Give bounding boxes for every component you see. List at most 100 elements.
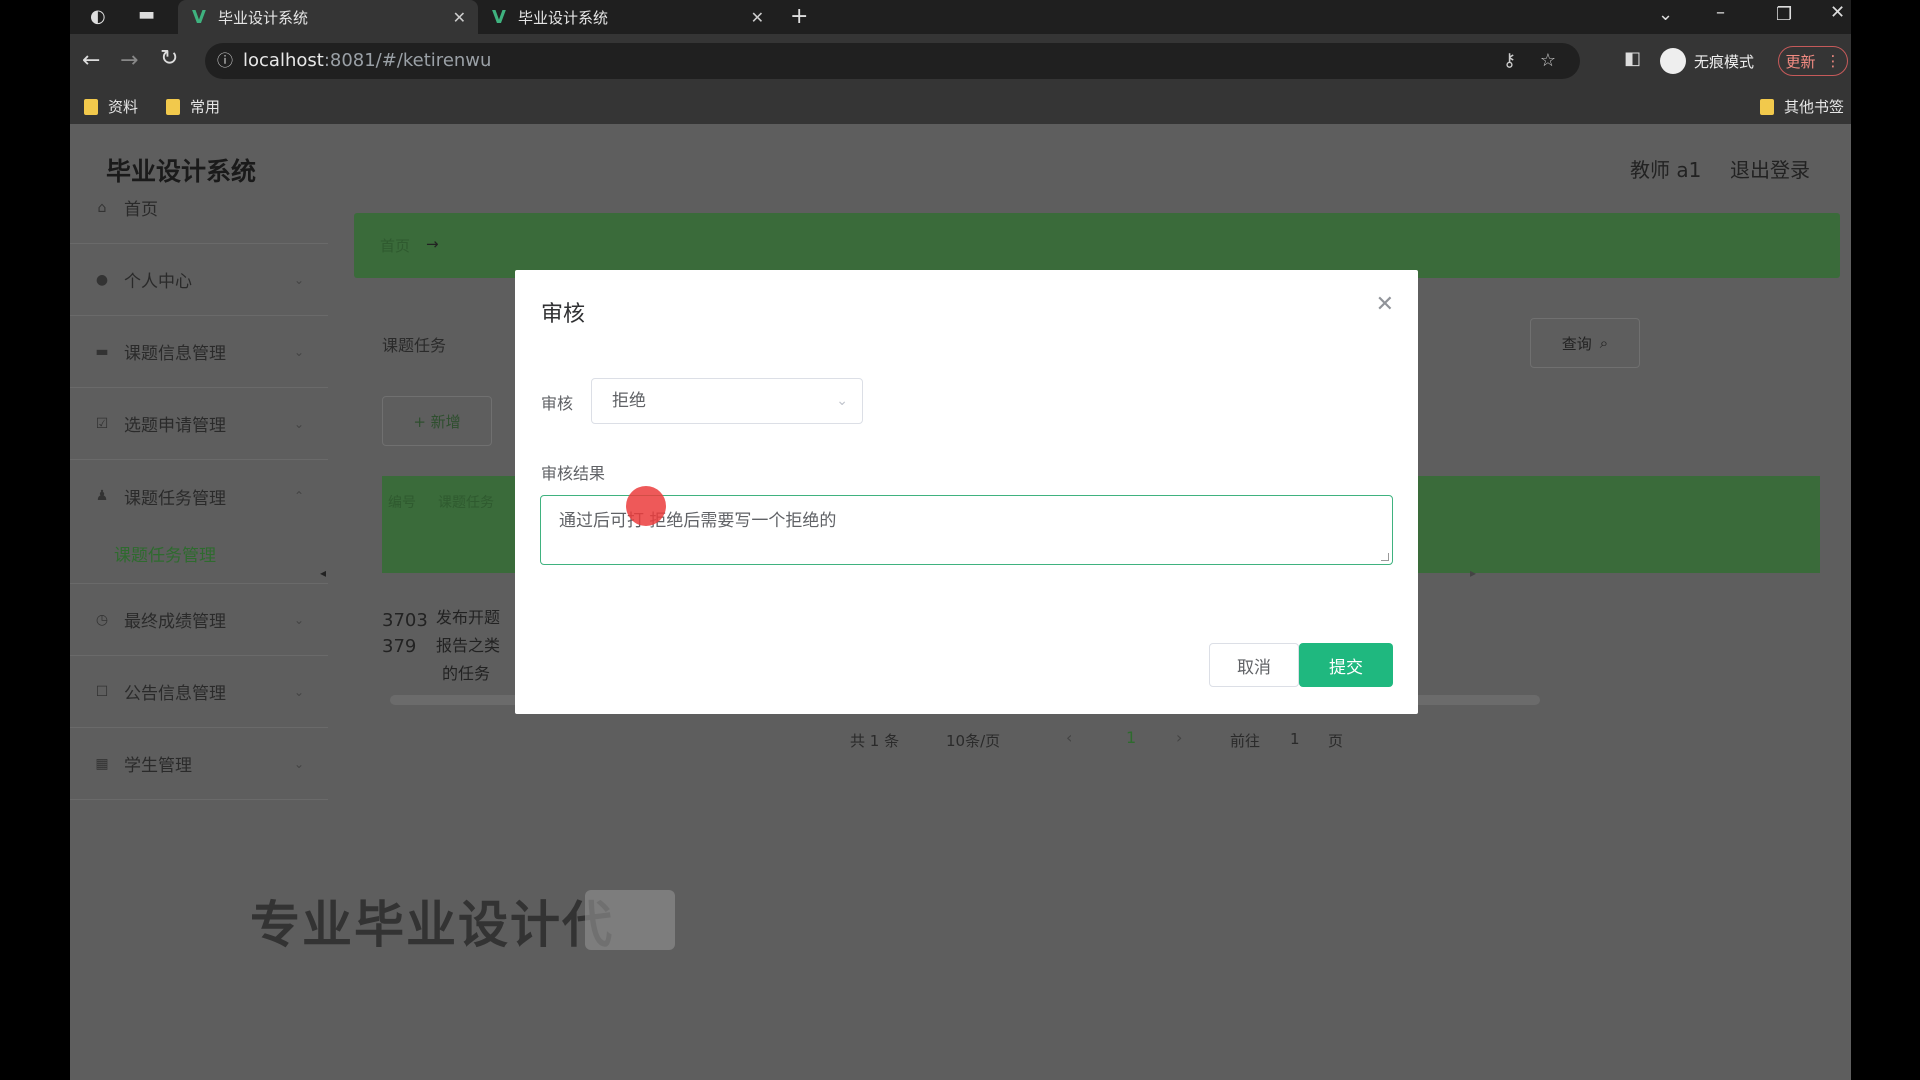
submit-button[interactable]: 提交 [1299,643,1393,687]
watermark-blur [585,890,675,950]
review-select[interactable]: 拒绝 ⌄ [591,378,863,424]
star-icon[interactable]: ☆ [1540,43,1556,79]
chevron-down-icon: ⌄ [293,756,304,771]
reload-icon[interactable]: ↻ [160,48,178,70]
pagination-goto-input[interactable]: 1 [1290,730,1300,748]
url-host: localhost [243,50,324,71]
bookmark-label: 常用 [190,98,221,116]
current-user: 教师 a1 [1630,158,1702,182]
result-textarea[interactable]: 通过后可打 拒绝后需要写一个拒绝的 [540,495,1393,565]
minimize-icon[interactable]: – [1716,4,1725,22]
table-header-cell: 编号 [388,495,416,511]
sidebar-item-topic-info[interactable]: ▬ 课题信息管理 ⌄ [70,316,328,388]
sidebar-item-notice[interactable]: ☐ 公告信息管理 ⌄ [70,656,328,728]
tab-search-icon[interactable]: ▬ [138,6,155,24]
table-header-cell: 课题任务 [438,495,494,511]
list-icon: ▬ [95,343,109,360]
sidepanel-icon[interactable]: ◧ [1624,50,1641,68]
breadcrumb-home[interactable]: 首页 [380,235,410,256]
sidebar-item-label: 选题申请管理 [124,416,226,436]
bookmark-folder[interactable]: 资料 [84,96,138,117]
pagination-prev[interactable]: ‹ [1066,728,1072,747]
other-bookmarks[interactable]: 其他书签 [1760,96,1844,117]
close-icon[interactable]: ✕ [1376,292,1394,317]
review-select-value: 拒绝 [612,391,646,411]
grid-icon: ▦ [95,755,109,772]
table-cell-task: 发布开题 报告之类 的任务 [436,608,501,683]
tab-close-icon[interactable]: ✕ [453,8,466,27]
query-button[interactable]: 查询 ⌕ [1530,318,1640,368]
sidebar-item-label: 最终成绩管理 [124,612,226,632]
browser-profile-icon[interactable]: ◐ [90,8,106,26]
result-text: 通过后可打 拒绝后需要写一个拒绝的 [559,511,837,531]
bookmark-folder[interactable]: 常用 [166,96,220,117]
url-bar[interactable]: ⓘ localhost:8081/#/ketirenwu ⚷ ☆ [205,43,1580,79]
pagination-page-unit: 页 [1328,732,1344,750]
key-icon[interactable]: ⚷ [1503,43,1516,79]
sidebar-item-home[interactable]: ⌂ 首页 [70,172,328,244]
tab-active[interactable]: V 毕业设计系统 ✕ [178,0,478,34]
sidebar-item-label: 个人中心 [124,272,192,292]
sidebar-subitem-topic-task[interactable]: 课题任务管理 [70,524,328,584]
home-icon: ⌂ [97,199,107,216]
sidebar-item-topic-task[interactable]: ♟ 课题任务管理 ⌃ [70,460,328,532]
sidebar-item-final-grade[interactable]: ◷ 最终成绩管理 ⌄ [70,584,328,656]
sidebar-item-label: 课题任务管理 [124,488,226,509]
clock-icon: ◷ [95,611,109,628]
pagination-next[interactable]: › [1176,728,1182,747]
screen: ◐ ▬ V 毕业设计系统 ✕ V 毕业设计系统 ✕ + ⌄ – ❐ ✕ ← → … [0,0,1920,1080]
back-icon[interactable]: ← [82,50,100,72]
notice-icon: ☐ [95,683,109,700]
site-info-icon[interactable]: ⓘ [217,43,233,79]
chevron-down-icon: ⌄ [836,393,848,409]
chevron-down-icon: ⌄ [293,344,304,359]
pagination-total: 共 1 条 [850,732,900,750]
scroll-left-icon[interactable]: ◂ [320,566,326,580]
cancel-button[interactable]: 取消 [1209,643,1299,687]
tab-title: 毕业设计系统 [217,8,308,27]
sidebar-item-label: 首页 [124,200,158,220]
vue-logo-icon: V [192,6,206,28]
click-indicator [626,486,666,526]
sidebar-subitem-label: 课题任务管理 [114,546,216,566]
new-tab-icon[interactable]: + [790,6,808,28]
resize-handle[interactable] [1381,553,1389,561]
browser-tabbar: ◐ ▬ V 毕业设计系统 ✕ V 毕业设计系统 ✕ + ⌄ – ❐ ✕ [70,0,1851,34]
table-cell-id: 3703 379 [382,610,428,657]
bookmark-label: 资料 [108,98,139,116]
close-window-icon[interactable]: ✕ [1830,4,1845,22]
browser-toolbar: ← → ↻ ⓘ localhost:8081/#/ketirenwu ⚷ ☆ ◧… [70,34,1851,88]
tab-title: 毕业设计系统 [517,8,608,27]
chevron-down-icon: ⌄ [293,684,304,699]
tab-close-icon[interactable]: ✕ [751,8,764,27]
tab-list-icon[interactable]: ⌄ [1658,6,1673,24]
scroll-right-icon[interactable]: ▸ [1470,566,1476,580]
watermark-text: 专业毕业设计代 [250,896,614,954]
breadcrumb-arrow: → [426,235,439,253]
logout-link[interactable]: 退出登录 [1730,154,1810,183]
pagination-current[interactable]: 1 [1126,728,1136,747]
restore-icon[interactable]: ❐ [1776,6,1792,24]
add-button[interactable]: + 新增 [382,396,492,446]
result-label: 审核结果 [541,464,606,483]
pagination-size[interactable]: 10条/页 [946,730,1000,751]
sidebar-item-topic-apply[interactable]: ☑ 选题申请管理 ⌄ [70,388,328,460]
dialog-title: 审核 [541,302,586,327]
sidebar-item-profile[interactable]: ● 个人中心 ⌄ [70,244,328,316]
sidebar-item-students[interactable]: ▦ 学生管理 ⌄ [70,728,328,800]
vue-logo-icon: V [492,6,506,28]
incognito-icon [1660,48,1686,74]
url-path: :8081/#/ketirenwu [323,50,492,71]
tab-inactive[interactable]: V 毕业设计系统 ✕ [478,0,776,34]
sidebar-item-label: 公告信息管理 [124,684,226,704]
forward-icon[interactable]: → [120,50,138,72]
sidebar-item-label: 课题信息管理 [124,344,226,364]
user-icon: ● [95,271,109,288]
checkbox-icon: ☑ [95,415,109,432]
query-label: 查询 [1561,334,1592,353]
review-label: 审核 [541,394,574,413]
chevron-down-icon: ⌄ [293,416,304,431]
incognito-indicator[interactable]: 无痕模式 [1660,46,1768,76]
update-label: 更新 [1785,52,1816,71]
update-button[interactable]: 更新 ⋮ [1778,46,1848,76]
